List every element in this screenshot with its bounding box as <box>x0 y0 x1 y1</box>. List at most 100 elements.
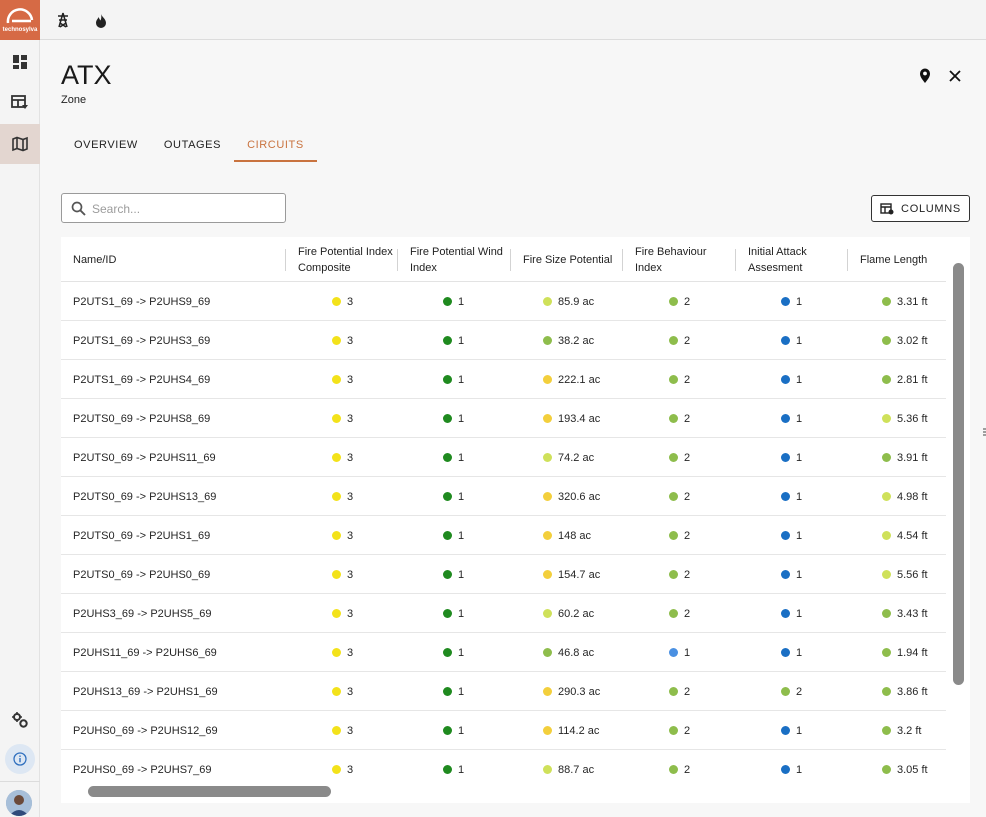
user-avatar[interactable] <box>6 790 32 816</box>
top-bar <box>40 0 986 40</box>
cell-wind-index: 1 <box>443 282 464 321</box>
cell-value: 1 <box>796 646 803 659</box>
tab-outages[interactable]: OUTAGES <box>151 128 234 162</box>
tab-overview[interactable]: OVERVIEW <box>61 128 151 162</box>
status-dot-icon <box>882 414 891 423</box>
page-title: ATX <box>61 60 112 90</box>
columns-button[interactable]: COLUMNS <box>871 195 970 222</box>
app-logo[interactable]: technosylva <box>0 0 40 40</box>
table-row[interactable]: P2UHS3_69 -> P2UHS5_69 3 1 60.2 ac 2 1 3.43 ft <box>61 594 946 633</box>
gears-icon <box>12 712 28 728</box>
columns-icon <box>880 202 894 214</box>
cell-fire-size: 38.2 ac <box>543 321 594 360</box>
cell-fire-size: 46.8 ac <box>543 633 594 672</box>
cell-value: 2 <box>684 490 691 503</box>
cell-value: 1 <box>458 763 465 776</box>
tab-circuits[interactable]: CIRCUITS <box>234 128 317 162</box>
status-dot-icon <box>443 726 452 735</box>
horizontal-scroll-thumb[interactable] <box>88 786 331 797</box>
vertical-scrollbar[interactable] <box>948 237 970 779</box>
column-header-wind-index[interactable]: Fire Potential Wind Index <box>410 237 505 282</box>
status-dot-icon <box>443 375 452 384</box>
status-dot-icon <box>332 765 341 774</box>
cell-wind-index: 1 <box>443 633 464 672</box>
column-header-fire-behaviour[interactable]: Fire Behaviour Index <box>635 237 730 282</box>
column-separator[interactable] <box>735 249 736 271</box>
column-header-name[interactable]: Name/ID <box>73 237 273 282</box>
cell-flame-length: 3.91 ft <box>882 438 928 477</box>
info-button[interactable] <box>5 744 35 774</box>
table-filter-nav-button[interactable] <box>0 83 40 123</box>
table-row[interactable]: P2UTS0_69 -> P2UHS13_69 3 1 320.6 ac 2 1 4.98 … <box>61 477 946 516</box>
cell-value: 2 <box>684 568 691 581</box>
cell-value: 2 <box>684 295 691 308</box>
column-header-initial-attack[interactable]: Initial Attack Assesment <box>748 237 843 282</box>
status-dot-icon <box>882 375 891 384</box>
close-button[interactable] <box>945 66 965 86</box>
status-dot-icon <box>781 453 790 462</box>
cell-name: P2UTS0_69 -> P2UHS13_69 <box>73 490 217 503</box>
table-row[interactable]: P2UTS1_69 -> P2UHS9_69 3 1 85.9 ac 2 1 3.31 ft <box>61 282 946 321</box>
status-dot-icon <box>781 492 790 501</box>
status-dot-icon <box>543 570 552 579</box>
table-row[interactable]: P2UTS0_69 -> P2UHS11_69 3 1 74.2 ac 2 1 3.91 f… <box>61 438 946 477</box>
status-dot-icon <box>543 336 552 345</box>
status-dot-icon <box>882 687 891 696</box>
cell-value: 1 <box>796 568 803 581</box>
column-separator[interactable] <box>285 249 286 271</box>
table-row[interactable]: P2UHS13_69 -> P2UHS1_69 3 1 290.3 ac 2 2 3.86 … <box>61 672 946 711</box>
cell-value: 3 <box>347 724 354 737</box>
table-header: Name/ID Fire Potential Index Composite F… <box>61 237 946 282</box>
column-separator[interactable] <box>510 249 511 271</box>
cell-value: 3.02 ft <box>897 334 928 347</box>
cell-fire-size: 154.7 ac <box>543 555 600 594</box>
fire-icon <box>96 13 106 28</box>
table-row[interactable]: P2UTS0_69 -> P2UHS1_69 3 1 148 ac 2 1 4.54 ft <box>61 516 946 555</box>
search-input[interactable] <box>92 200 277 218</box>
horizontal-scrollbar[interactable] <box>61 779 970 803</box>
table-row[interactable]: P2UHS0_69 -> P2UHS12_69 3 1 114.2 ac 2 1 3.2 f… <box>61 711 946 750</box>
table-row[interactable]: P2UTS1_69 -> P2UHS3_69 3 1 38.2 ac 2 1 3.02 ft <box>61 321 946 360</box>
cell-flame-length: 3.43 ft <box>882 594 928 633</box>
table-row[interactable]: P2UHS11_69 -> P2UHS6_69 3 1 46.8 ac 1 1 1.94 f… <box>61 633 946 672</box>
status-dot-icon <box>543 531 552 540</box>
cell-value: 2 <box>684 334 691 347</box>
cell-initial-attack: 1 <box>781 555 802 594</box>
column-header-fire-size[interactable]: Fire Size Potential <box>523 237 623 282</box>
status-dot-icon <box>443 570 452 579</box>
cell-value: 3 <box>347 451 354 464</box>
column-separator[interactable] <box>397 249 398 271</box>
column-separator[interactable] <box>847 249 848 271</box>
status-dot-icon <box>669 414 678 423</box>
table-row[interactable]: P2UTS0_69 -> P2UHS8_69 3 1 193.4 ac 2 1 5.36 f… <box>61 399 946 438</box>
cell-value: 1.94 ft <box>897 646 928 659</box>
cell-fire-size: 114.2 ac <box>543 711 599 750</box>
status-dot-icon <box>332 648 341 657</box>
column-separator[interactable] <box>622 249 623 271</box>
status-dot-icon <box>332 297 341 306</box>
cell-value: 154.7 ac <box>558 568 601 581</box>
settings-nav-button[interactable] <box>0 700 40 740</box>
table-row[interactable]: P2UTS1_69 -> P2UHS4_69 3 1 222.1 ac 2 1 2.81 f… <box>61 360 946 399</box>
cell-value: 1 <box>458 724 465 737</box>
map-nav-button[interactable] <box>0 124 40 164</box>
status-dot-icon <box>882 765 891 774</box>
column-header-fpi-composite[interactable]: Fire Potential Index Composite <box>298 237 393 282</box>
cell-value: 3.05 ft <box>897 763 928 776</box>
locate-button[interactable] <box>915 66 935 86</box>
column-header-flame-length[interactable]: Flame Length <box>860 237 945 282</box>
table-row[interactable]: P2UTS0_69 -> P2UHS0_69 3 1 154.7 ac 2 1 5.56 f… <box>61 555 946 594</box>
cell-wind-index: 1 <box>443 360 464 399</box>
power-tower-button[interactable] <box>53 10 73 30</box>
fire-button[interactable] <box>91 10 111 30</box>
info-icon <box>13 752 27 766</box>
cell-value: 2.81 ft <box>897 373 928 386</box>
status-dot-icon <box>669 648 678 657</box>
cell-initial-attack: 1 <box>781 360 802 399</box>
cell-fire-size: 60.2 ac <box>543 594 594 633</box>
cell-initial-attack: 1 <box>781 477 802 516</box>
vertical-scroll-thumb[interactable] <box>953 263 964 685</box>
cell-initial-attack: 1 <box>781 438 802 477</box>
dashboard-nav-button[interactable] <box>0 42 40 82</box>
table-row[interactable]: P2UHS0_69 -> P2UHS7_69 3 1 88.7 ac 2 1 3.05 ft <box>61 750 946 779</box>
